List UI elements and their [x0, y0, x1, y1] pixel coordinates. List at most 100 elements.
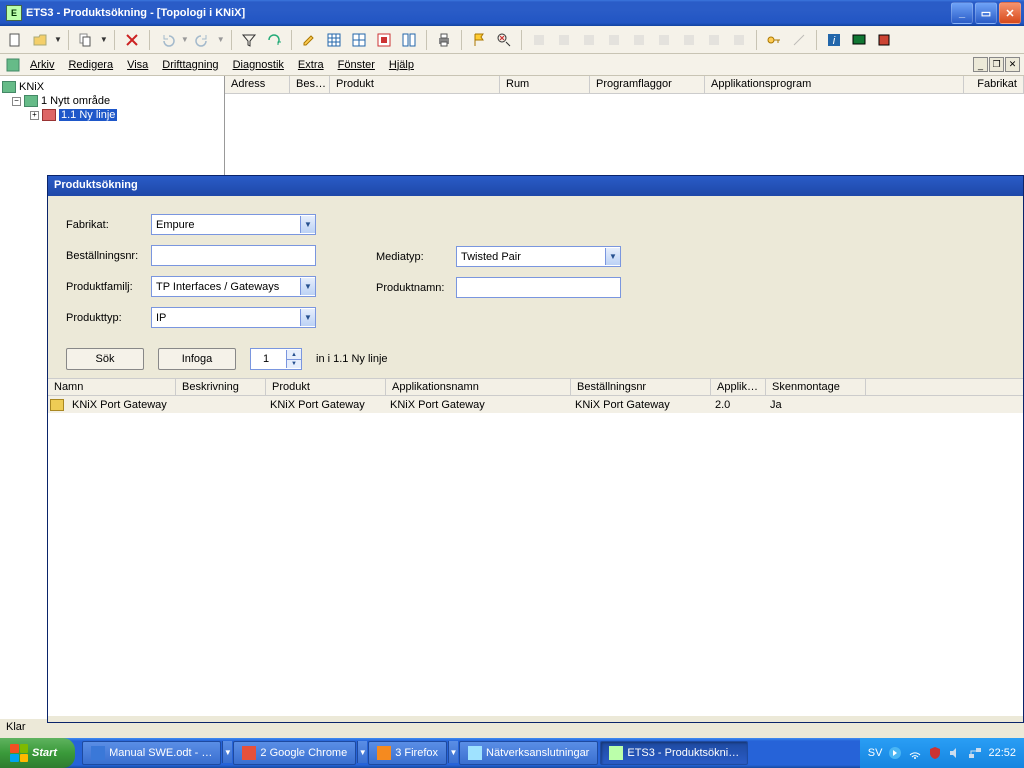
undo-icon[interactable]	[156, 29, 178, 51]
system-tray[interactable]: SV 22:52	[860, 738, 1024, 768]
grid3-icon[interactable]	[373, 29, 395, 51]
tree-root[interactable]: KNiX	[2, 80, 222, 94]
tree-line[interactable]: + 1.1 Ny linje	[30, 108, 222, 122]
tray-chevron-icon[interactable]	[888, 746, 902, 760]
results-row[interactable]: KNiX Port Gateway KNiX Port Gateway KNiX…	[48, 396, 1023, 413]
rcol-skenmontage[interactable]: Skenmontage	[766, 379, 866, 395]
dl7-icon[interactable]	[678, 29, 700, 51]
menu-drifttagning[interactable]: Drifttagning	[156, 57, 224, 73]
produktnamn-input[interactable]	[456, 277, 621, 298]
rcol-namn[interactable]: Namn	[48, 379, 176, 395]
app-icon	[377, 746, 391, 760]
col-programflaggor[interactable]: Programflaggor	[590, 76, 705, 93]
grid1-icon[interactable]	[323, 29, 345, 51]
bestallningsnr-input[interactable]	[151, 245, 316, 266]
dl4-icon[interactable]	[603, 29, 625, 51]
edit-icon[interactable]	[298, 29, 320, 51]
chip-icon[interactable]	[873, 29, 895, 51]
chevron-down-icon: ▼	[300, 278, 315, 295]
dropdown-arrow-icon[interactable]: ▼	[100, 35, 108, 44]
taskbar-item[interactable]: 3 Firefox	[368, 741, 447, 765]
fabrikat-select[interactable]: Empure▼	[151, 214, 316, 235]
taskbar-item[interactable]: Nätverksanslutningar	[459, 741, 598, 765]
col-fabrikat[interactable]: Fabrikat	[964, 76, 1024, 93]
copy-icon[interactable]	[75, 29, 97, 51]
collapse-icon[interactable]: −	[12, 97, 21, 106]
dl6-icon[interactable]	[653, 29, 675, 51]
flag-icon[interactable]	[468, 29, 490, 51]
rcol-beskrivning[interactable]: Beskrivning	[176, 379, 266, 395]
key-icon[interactable]	[763, 29, 785, 51]
filter-icon[interactable]	[238, 29, 260, 51]
dl5-icon[interactable]	[628, 29, 650, 51]
taskbar-group-dropdown[interactable]: ▼	[448, 741, 458, 763]
produkttyp-select[interactable]: IP▼	[151, 307, 316, 328]
taskbar-item[interactable]: 2 Google Chrome	[233, 741, 356, 765]
menu-extra[interactable]: Extra	[292, 57, 330, 73]
search-button[interactable]: Sök	[66, 348, 144, 370]
col-rum[interactable]: Rum	[500, 76, 590, 93]
layout-icon[interactable]	[398, 29, 420, 51]
insert-button[interactable]: Infoga	[158, 348, 236, 370]
network-icon[interactable]	[968, 746, 982, 760]
find-icon[interactable]	[493, 29, 515, 51]
rcol-bestallningsnr[interactable]: Beställningsnr	[571, 379, 711, 395]
menu-arkiv[interactable]: Arkiv	[24, 57, 60, 73]
col-produkt[interactable]: Produkt	[330, 76, 500, 93]
dl8-icon[interactable]	[703, 29, 725, 51]
start-button[interactable]: Start	[0, 738, 75, 768]
print-icon[interactable]	[433, 29, 455, 51]
taskbar-item[interactable]: ETS3 - Produktsökni…	[600, 741, 748, 765]
spin-down-icon[interactable]: ▼	[286, 359, 301, 368]
taskbar-item[interactable]: Manual SWE.odt - …	[82, 741, 221, 765]
menu-redigera[interactable]: Redigera	[62, 57, 119, 73]
redo-icon[interactable]	[192, 29, 214, 51]
dropdown-arrow-icon[interactable]: ▼	[54, 35, 62, 44]
grid2-icon[interactable]	[348, 29, 370, 51]
mdi-close-button[interactable]: ✕	[1005, 57, 1020, 72]
clock[interactable]: 22:52	[988, 747, 1016, 759]
dl2-icon[interactable]	[553, 29, 575, 51]
rcol-applikationsnamn[interactable]: Applikationsnamn	[386, 379, 571, 395]
dropdown-arrow-icon[interactable]: ▼	[217, 35, 225, 44]
menu-visa[interactable]: Visa	[121, 57, 154, 73]
col-bes[interactable]: Bes…	[290, 76, 330, 93]
spin-up-icon[interactable]: ▲	[286, 350, 301, 359]
menu-diagnostik[interactable]: Diagnostik	[227, 57, 290, 73]
new-icon[interactable]	[4, 29, 26, 51]
tree-area[interactable]: − 1 Nytt område	[12, 94, 222, 108]
dl3-icon[interactable]	[578, 29, 600, 51]
shield-icon[interactable]	[928, 746, 942, 760]
minimize-button[interactable]: _	[951, 2, 973, 24]
close-button[interactable]: ✕	[999, 2, 1021, 24]
delete-icon[interactable]	[121, 29, 143, 51]
info-icon[interactable]: i	[823, 29, 845, 51]
refresh-icon[interactable]	[263, 29, 285, 51]
language-indicator[interactable]: SV	[868, 747, 883, 759]
dropdown-arrow-icon[interactable]: ▼	[181, 35, 189, 44]
maximize-button[interactable]: ▭	[975, 2, 997, 24]
col-applikationsprogram[interactable]: Applikationsprogram	[705, 76, 964, 93]
wifi-icon[interactable]	[908, 746, 922, 760]
mdi-minimize-button[interactable]: _	[973, 57, 988, 72]
results-list[interactable]: KNiX Port Gateway KNiX Port Gateway KNiX…	[48, 396, 1023, 716]
expand-icon[interactable]: +	[30, 111, 39, 120]
quantity-input[interactable]	[251, 352, 281, 366]
dl1-icon[interactable]	[528, 29, 550, 51]
menu-fonster[interactable]: Fönster	[332, 57, 381, 73]
mediatyp-select[interactable]: Twisted Pair▼	[456, 246, 621, 267]
rcol-applik[interactable]: Applik…	[711, 379, 766, 395]
produktfamilj-select[interactable]: TP Interfaces / Gateways▼	[151, 276, 316, 297]
quantity-stepper[interactable]: ▲▼	[250, 348, 302, 370]
menu-hjalp[interactable]: Hjälp	[383, 57, 420, 73]
screen-icon[interactable]	[848, 29, 870, 51]
open-icon[interactable]	[29, 29, 51, 51]
volume-icon[interactable]	[948, 746, 962, 760]
col-adress[interactable]: Adress	[225, 76, 290, 93]
dl9-icon[interactable]	[728, 29, 750, 51]
mdi-restore-button[interactable]: ❐	[989, 57, 1004, 72]
rcol-produkt[interactable]: Produkt	[266, 379, 386, 395]
taskbar-group-dropdown[interactable]: ▼	[357, 741, 367, 763]
taskbar-group-dropdown[interactable]: ▼	[222, 741, 232, 763]
wand-icon[interactable]	[788, 29, 810, 51]
